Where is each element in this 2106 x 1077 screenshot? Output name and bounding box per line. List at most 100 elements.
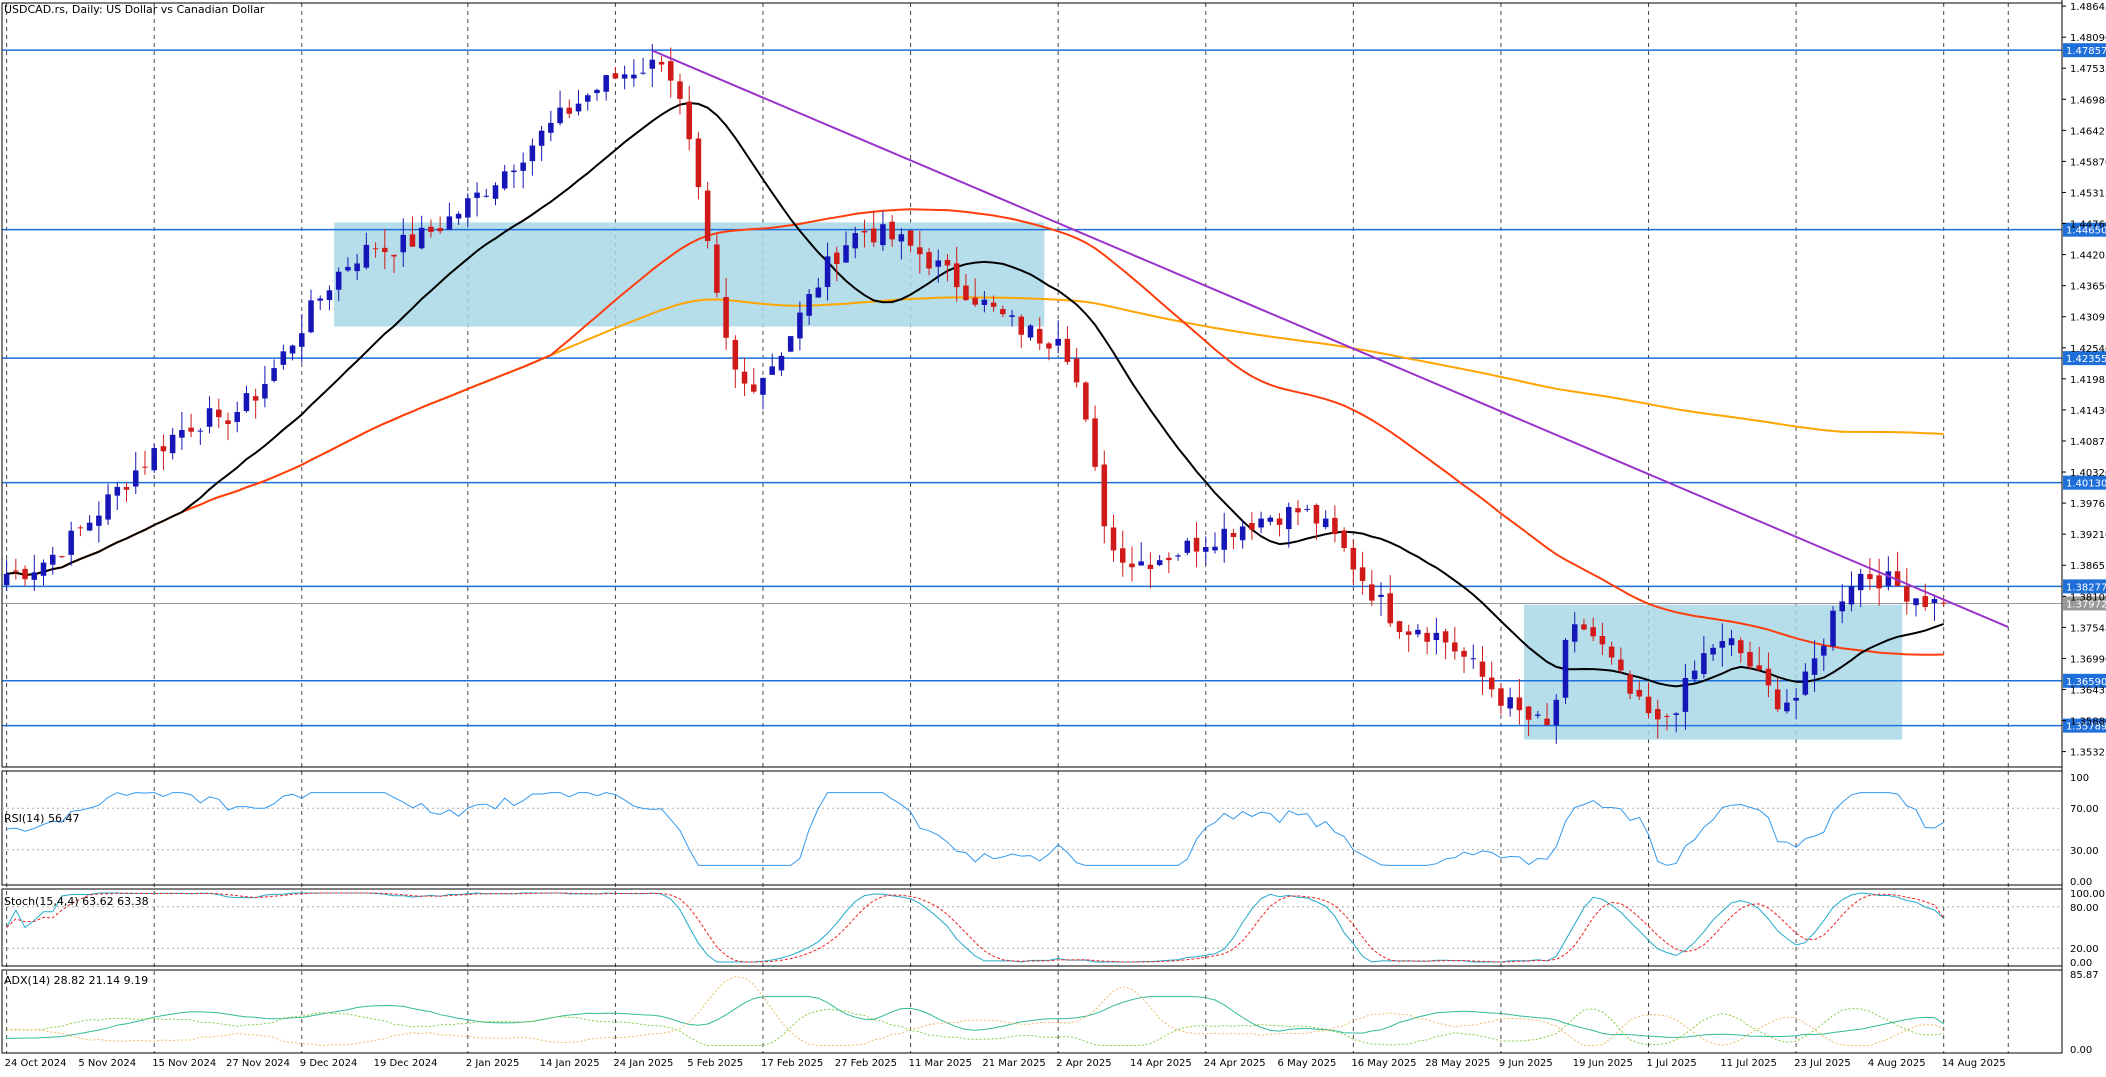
candle-body	[1212, 546, 1218, 551]
candle-body	[3, 573, 10, 586]
level-price-tag-label: 1.40130	[2066, 479, 2106, 490]
chart-canvas[interactable]: 1.478571.446501.423551.401301.382771.365…	[0, 0, 2106, 1073]
candle-body	[243, 393, 250, 412]
candle-body	[1202, 547, 1209, 552]
candle-body	[760, 377, 766, 395]
candle-body	[1221, 528, 1227, 550]
candle-body	[741, 371, 748, 384]
candle-body	[1359, 567, 1366, 582]
consolidation-zone	[1523, 604, 1903, 740]
candle-body	[1055, 338, 1061, 346]
candle-body	[474, 192, 480, 198]
rsi-tick-label: 30.00	[2070, 846, 2099, 857]
candle-body	[631, 74, 637, 79]
candle-body	[77, 527, 84, 529]
candle-body	[317, 298, 324, 301]
candle-body	[123, 486, 130, 490]
candle-body	[1387, 593, 1394, 624]
candle-body	[640, 72, 646, 74]
candle-body	[280, 351, 287, 365]
candle-body	[1627, 674, 1633, 694]
candle-body	[1553, 699, 1560, 726]
adx-label: ADX(14) 28.82 21.14 9.19	[4, 974, 148, 987]
candle-body	[1682, 678, 1689, 712]
rsi-tick-label: 70.00	[2070, 804, 2099, 815]
stoch-tick-label: 20.00	[2070, 944, 2099, 955]
candle-body	[1922, 596, 1929, 607]
candle-body	[1046, 343, 1052, 349]
candle-body	[151, 448, 157, 471]
candle-body	[751, 384, 757, 392]
candle-body	[1544, 718, 1550, 726]
candle-body	[834, 252, 840, 264]
candle-body	[1737, 640, 1744, 654]
candle-body	[907, 230, 914, 246]
price-tick-label: 1.40875	[2070, 437, 2106, 448]
candle-body	[1184, 540, 1191, 553]
candle-body	[1138, 561, 1144, 566]
candle-body	[1811, 658, 1818, 675]
candle-body	[1452, 642, 1458, 652]
candle-body	[1654, 709, 1661, 720]
candle-body	[1304, 508, 1310, 510]
price-tick-label: 1.35325	[2070, 748, 2106, 759]
candle-body	[1821, 646, 1827, 656]
candle-body	[594, 89, 600, 94]
candle-body	[1535, 714, 1541, 716]
candle-body	[418, 227, 425, 249]
candle-body	[1350, 547, 1357, 570]
candle-body	[714, 244, 720, 293]
candle-body	[206, 408, 213, 427]
candle-body	[898, 234, 905, 242]
candle-body	[455, 213, 462, 219]
date-tick-label: 28 May 2025	[1425, 1058, 1490, 1069]
candle-body	[612, 73, 619, 79]
price-tick-label: 1.44205	[2070, 251, 2106, 262]
candle-body	[1507, 697, 1513, 709]
stoch-tick-label: 80.00	[2070, 903, 2099, 914]
candle-body	[1433, 632, 1440, 641]
stoch-label: Stoch(15,4,4) 63.62 63.38	[4, 895, 149, 908]
candle-body	[1691, 670, 1698, 680]
candle-body	[1664, 715, 1670, 717]
date-tick-label: 24 Oct 2024	[5, 1058, 67, 1069]
candle-body	[1276, 518, 1283, 525]
candle-body	[981, 299, 988, 305]
candle-body	[483, 195, 490, 197]
date-tick-label: 1 Jul 2025	[1647, 1058, 1697, 1069]
candle-body	[354, 263, 360, 272]
candle-body	[1249, 523, 1255, 530]
candle-body	[1175, 555, 1181, 557]
candle-body	[1369, 584, 1375, 601]
price-tick-label: 1.42540	[2070, 344, 2106, 355]
candle-body	[188, 427, 194, 432]
candle-body	[234, 412, 240, 422]
date-tick-label: 27 Nov 2024	[226, 1058, 290, 1069]
candle-body	[262, 383, 268, 399]
candle-body	[732, 339, 739, 370]
candle-body	[345, 266, 351, 271]
chart-background	[0, 0, 2106, 1073]
date-tick-label: 24 Apr 2025	[1204, 1058, 1266, 1069]
candle-body	[1618, 659, 1624, 671]
candle-body	[1092, 418, 1098, 467]
candle-body	[1230, 533, 1237, 538]
candle-body	[1876, 575, 1882, 589]
price-tick-label: 1.48645	[2070, 2, 2106, 13]
candle-body	[963, 285, 969, 301]
candle-body	[1083, 382, 1089, 420]
candle-body	[870, 228, 877, 243]
trading-chart[interactable]: 1.47857 1.44650 1.42355 1.40130 1.38277 1.365…	[0, 0, 2106, 1073]
candle-body	[1848, 586, 1855, 605]
candle-body	[935, 260, 942, 267]
candle-body	[1940, 602, 1947, 604]
candle-body	[142, 466, 148, 468]
candle-body	[548, 122, 554, 133]
candle-body	[1747, 651, 1753, 667]
price-tick-label: 1.43095	[2070, 313, 2106, 324]
candle-body	[428, 226, 434, 232]
candle-body	[49, 554, 56, 565]
candle-body	[1839, 601, 1845, 612]
candle-body	[852, 233, 859, 249]
candle-body	[1701, 653, 1707, 675]
